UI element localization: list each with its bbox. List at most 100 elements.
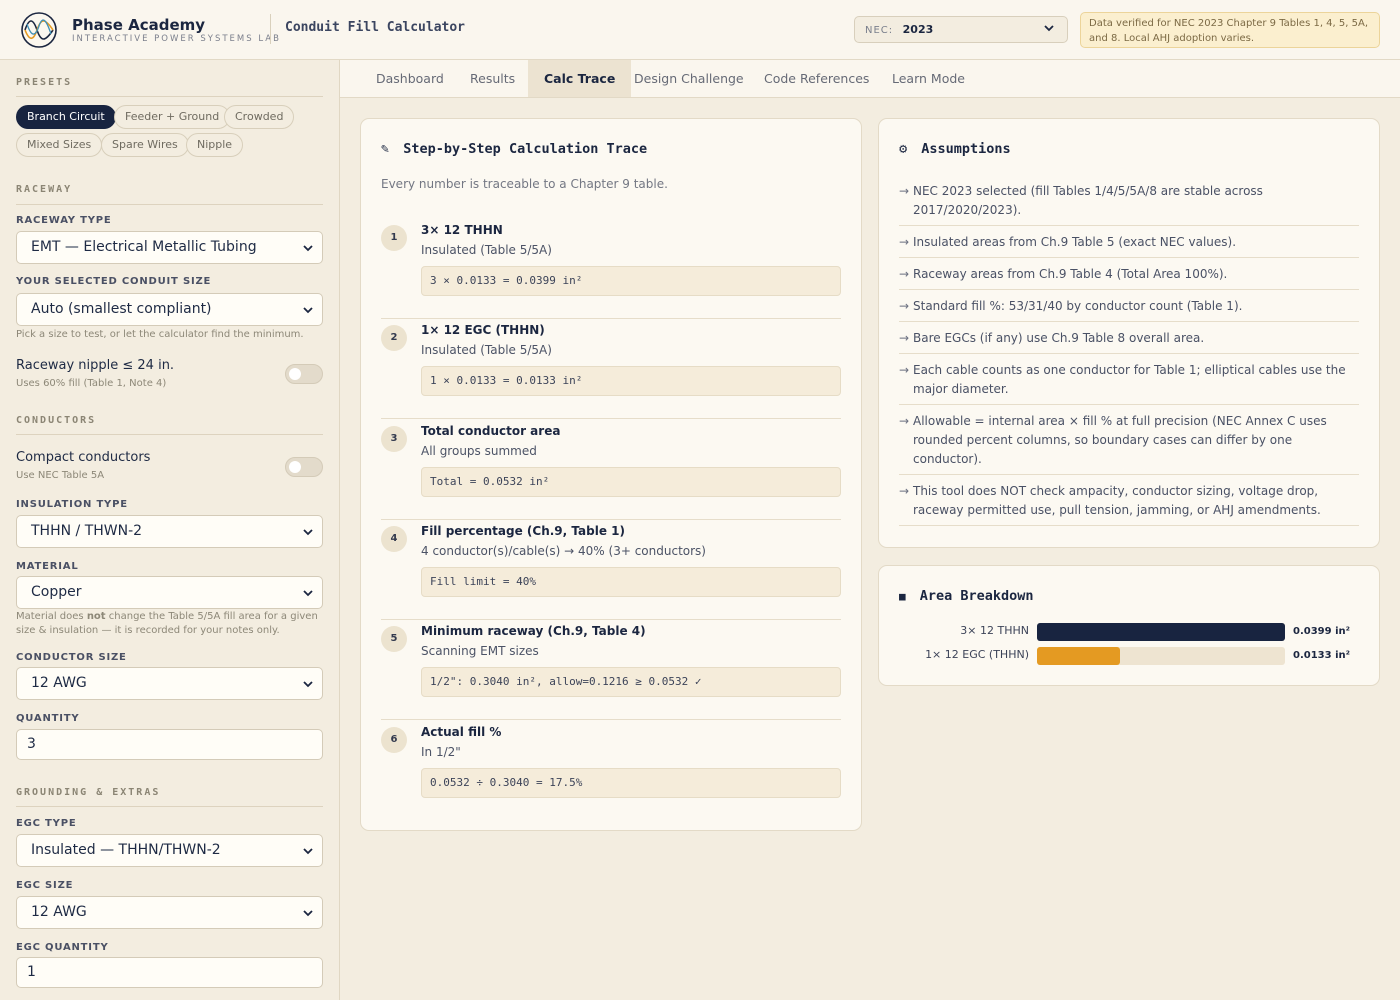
step-description: Insulated (Table 5/5A) [421, 343, 552, 357]
egc-size-select[interactable]: 12 AWG [16, 896, 323, 929]
egc-quantity-label: EGC QUANTITY [16, 942, 109, 953]
quantity-input[interactable]: 3 [16, 729, 323, 760]
step-description: 4 conductor(s)/cable(s) → 40% (3+ conduc… [421, 544, 706, 558]
calc-trace-title-text: Step-by-Step Calculation Trace [403, 141, 648, 157]
toggle-knob [289, 461, 301, 473]
step-formula: 1 × 0.0133 = 0.0133 in² [421, 366, 841, 396]
step-title: Total conductor area [421, 424, 561, 438]
egc-size-label: EGC SIZE [16, 880, 74, 891]
chevron-down-icon [303, 681, 313, 688]
brand-name: Phase Academy [72, 16, 206, 34]
raceway-type-select[interactable]: EMT — Electrical Metallic Tubing [16, 231, 323, 264]
tab-code-references[interactable]: Code References [748, 60, 885, 97]
nipple-toggle-label: Raceway nipple ≤ 24 in. [16, 358, 175, 373]
arrow-right-icon: → [899, 414, 910, 428]
insulation-type-label: INSULATION TYPE [16, 499, 128, 510]
tab-calc-trace[interactable]: Calc Trace [528, 60, 632, 97]
chevron-down-icon [303, 245, 313, 252]
bar-value-label: 0.0133 in² [1293, 650, 1350, 661]
step-number: 4 [381, 526, 407, 552]
egc-type-value: Insulated — THHN/THWN-2 [31, 842, 221, 858]
egc-quantity-input[interactable]: 1 [16, 957, 323, 988]
arrow-right-icon: → [899, 484, 910, 498]
preset-crowded[interactable]: Crowded [224, 105, 295, 129]
chevron-down-icon [303, 910, 313, 917]
conduit-size-select[interactable]: Auto (smallest compliant) [16, 293, 323, 326]
arrow-right-icon: → [899, 331, 910, 345]
bar-label: 3× 12 THHN [960, 624, 1029, 637]
assumption-item: → Raceway areas from Ch.9 Table 4 (Total … [899, 259, 1359, 290]
compact-toggle-label: Compact conductors [16, 450, 151, 465]
assumption-item: → This tool does NOT check ampacity, cond… [899, 476, 1359, 526]
trace-step: 6 Actual fill % In 1/2" 0.0532 ÷ 0.3040 … [381, 721, 841, 821]
raceway-section-title: RACEWAY [16, 184, 73, 195]
assumption-item: → Each cable counts as one conductor for … [899, 355, 1359, 405]
header-divider [270, 14, 271, 44]
raceway-type-value: EMT — Electrical Metallic Tubing [31, 239, 257, 255]
step-formula: 0.0532 ÷ 0.3040 = 17.5% [421, 768, 841, 798]
nipple-toggle[interactable] [285, 364, 323, 384]
tab-results[interactable]: Results [454, 60, 531, 97]
step-description: Scanning EMT sizes [421, 644, 539, 658]
tab-dashboard[interactable]: Dashboard [360, 60, 460, 97]
egc-type-select[interactable]: Insulated — THHN/THWN-2 [16, 834, 323, 867]
material-select[interactable]: Copper [16, 576, 323, 609]
arrow-right-icon: → [899, 267, 910, 281]
insulation-type-select[interactable]: THHN / THWN-2 [16, 515, 323, 548]
arrow-right-icon: → [899, 299, 910, 313]
arrow-right-icon: → [899, 363, 910, 377]
step-formula: Fill limit = 40% [421, 567, 841, 597]
area-breakdown-title: ■ Area Breakdown [899, 588, 1034, 604]
preset-branch-circuit[interactable]: Branch Circuit [16, 105, 116, 129]
conductor-size-value: 12 AWG [31, 675, 87, 691]
egc-type-label: EGC TYPE [16, 818, 77, 829]
arrow-right-icon: → [899, 235, 910, 249]
step-number: 5 [381, 626, 407, 652]
step-number: 1 [381, 225, 407, 251]
section-divider [16, 806, 323, 807]
toggle-knob [289, 368, 301, 380]
compact-hint: Use NEC Table 5A [16, 470, 105, 481]
section-divider [16, 96, 323, 97]
nec-version-select[interactable]: NEC: 2023 [854, 16, 1068, 43]
gear-icon: ⚙ [899, 141, 908, 157]
chevron-down-icon [1044, 25, 1054, 32]
calc-trace-title: ✎ Step-by-Step Calculation Trace [381, 141, 647, 157]
tab-design-challenge[interactable]: Design Challenge [618, 60, 760, 97]
brand-tagline: INTERACTIVE POWER SYSTEMS LAB [72, 34, 281, 44]
tab-learn-mode[interactable]: Learn Mode [876, 60, 981, 97]
data-verified-notice: Data verified for NEC 2023 Chapter 9 Tab… [1080, 12, 1380, 48]
conductors-section-title: CONDUCTORS [16, 415, 97, 426]
bar-value-label: 0.0399 in² [1293, 626, 1350, 637]
trace-step: 5 Minimum raceway (Ch.9, Table 4) Scanni… [381, 620, 841, 720]
bar-label: 1× 12 EGC (THHN) [925, 648, 1029, 661]
bar [1037, 623, 1285, 641]
preset-feeder-ground[interactable]: Feeder + Ground [114, 105, 231, 129]
chevron-down-icon [303, 529, 313, 536]
preset-nipple[interactable]: Nipple [186, 133, 244, 157]
trace-step: 1 3× 12 THHN Insulated (Table 5/5A) 3 × … [381, 219, 841, 319]
conductor-size-select[interactable]: 12 AWG [16, 667, 323, 700]
assumption-item: → Insulated areas from Ch.9 Table 5 (exac… [899, 227, 1359, 258]
step-description: Insulated (Table 5/5A) [421, 243, 552, 257]
step-formula: Total = 0.0532 in² [421, 467, 841, 497]
step-description: In 1/2" [421, 745, 461, 759]
preset-spare-wires[interactable]: Spare Wires [101, 133, 189, 157]
egc-size-value: 12 AWG [31, 904, 87, 920]
conduit-size-value: Auto (smallest compliant) [31, 301, 212, 317]
bar-track [1037, 647, 1285, 665]
step-number: 3 [381, 426, 407, 452]
nec-select-value: 2023 [902, 23, 934, 36]
area-breakdown-card: ■ Area Breakdown 3× 12 THHN 0.0399 in² 1× … [878, 565, 1380, 686]
material-value: Copper [31, 584, 82, 600]
conduit-size-hint: Pick a size to test, or let the calculat… [16, 329, 304, 340]
step-formula: 3 × 0.0133 = 0.0399 in² [421, 266, 841, 296]
chevron-down-icon [303, 590, 313, 597]
compact-conductors-toggle[interactable] [285, 457, 323, 477]
assumptions-title-text: Assumptions [921, 141, 1011, 157]
preset-mixed-sizes[interactable]: Mixed Sizes [16, 133, 103, 157]
insulation-type-value: THHN / THWN-2 [31, 523, 143, 539]
assumption-item: → Standard fill %: 53/31/40 by conductor … [899, 291, 1359, 322]
bar-track [1037, 623, 1285, 641]
arrow-right-icon: → [899, 184, 910, 198]
